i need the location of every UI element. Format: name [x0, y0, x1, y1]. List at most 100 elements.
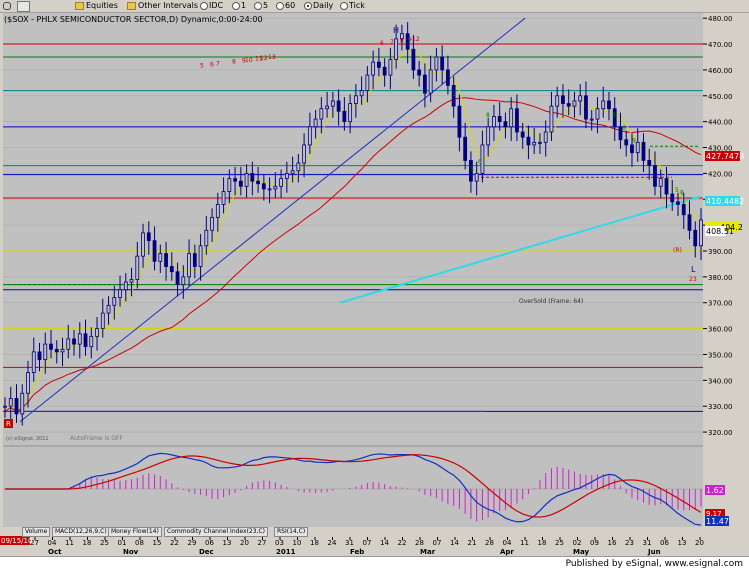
- toolbar-options-button[interactable]: [17, 1, 30, 12]
- interval-idc[interactable]: IDC: [200, 1, 223, 11]
- count-label: 6: [478, 158, 482, 165]
- interval-60-label: 60: [285, 1, 296, 10]
- price-bar-body: [95, 328, 99, 337]
- x-tick-label: 27: [258, 539, 267, 547]
- tab-macd[interactable]: MACD(12,26,9,C): [52, 527, 110, 537]
- price-bar-body: [417, 69, 422, 76]
- radio-icon: [232, 1, 240, 10]
- price-bar-body: [647, 160, 652, 167]
- price-bar-body: [273, 185, 278, 190]
- equities-label: Equities: [86, 1, 118, 10]
- equities-menu[interactable]: Equities: [75, 1, 118, 11]
- x-tick-label: 29: [188, 539, 197, 547]
- tab-money-flow[interactable]: Money Flow(14): [108, 527, 162, 537]
- price-bar-body: [256, 180, 260, 185]
- interval-daily[interactable]: Daily: [304, 1, 333, 11]
- toolbar-link-icon[interactable]: [3, 1, 11, 11]
- y-tick-label: 380.00: [708, 274, 733, 282]
- price-bar-body: [77, 333, 82, 345]
- price-bar-body: [250, 172, 255, 182]
- x-tick-label: 20: [695, 539, 704, 547]
- price-bar-body: [440, 56, 445, 71]
- x-tick-label: 18: [310, 539, 319, 547]
- price-bar-body: [670, 193, 675, 203]
- x-month-label: Oct: [48, 548, 62, 556]
- price-bar-body: [658, 178, 663, 187]
- tab-cci-label: Commodity Channel Index(23,C): [167, 528, 265, 535]
- price-bar-body: [584, 95, 588, 120]
- price-bar-body: [595, 108, 600, 120]
- x-tick-label: 18: [538, 539, 547, 547]
- price-bar-body: [175, 271, 180, 286]
- interval-1[interactable]: 1: [232, 1, 246, 11]
- other-intervals-menu[interactable]: Other Intervals: [127, 1, 198, 11]
- price-bar-body: [353, 95, 358, 104]
- x-tick-label: 21: [468, 539, 477, 547]
- price-bar-body: [515, 108, 519, 133]
- tab-cci[interactable]: Commodity Channel Index(23,C): [164, 527, 268, 537]
- pattern-l-label: L: [691, 265, 696, 274]
- x-tick-label: 04: [503, 539, 512, 547]
- x-tick-label: 22: [398, 539, 407, 547]
- price-bar-body: [509, 108, 514, 128]
- y-tick-label: 470.00: [708, 41, 733, 49]
- x-month-label: Mar: [420, 548, 436, 556]
- price-bar-body: [376, 61, 381, 68]
- count-label: 1: [452, 91, 456, 98]
- count-label: 6: [210, 61, 214, 68]
- price-chart[interactable]: 5 6 7 8 9 10 1112 136 7 8 9 121568 3695 8 320.00330.0…: [0, 12, 749, 556]
- y-tick-label: 350.00: [708, 351, 733, 359]
- x-tick-label: 09: [590, 539, 599, 547]
- interval-idc-label: IDC: [209, 1, 224, 10]
- macd-tag-blue: 11.47: [705, 516, 729, 526]
- price-bar-body: [290, 170, 295, 174]
- count-label: 3: [612, 112, 616, 119]
- y-tick-label: 360.00: [708, 326, 733, 334]
- folder-icon: [127, 1, 136, 10]
- price-bar-body: [279, 178, 283, 187]
- count-label: 8: [680, 189, 684, 196]
- x-tick-label: 13: [223, 539, 232, 547]
- price-bar-body: [359, 90, 364, 97]
- price-bar-body: [37, 351, 42, 361]
- x-tick-label: 31: [345, 539, 354, 547]
- x-tick-label: 23: [625, 539, 634, 547]
- price-bar-body: [681, 204, 686, 216]
- price-bar-body: [601, 100, 606, 110]
- x-tick-label: 31: [643, 539, 652, 547]
- interval-1-label: 1: [241, 1, 247, 10]
- tab-rsi[interactable]: RSI(14,C): [274, 527, 309, 537]
- price-bar-body: [106, 304, 111, 314]
- interval-5-label: 5: [263, 1, 269, 10]
- price-bar-body: [66, 338, 71, 350]
- interval-60[interactable]: 60: [276, 1, 295, 11]
- price-bar-body: [446, 69, 450, 86]
- x-tick-label: 14: [450, 539, 459, 547]
- price-bar-body: [284, 172, 289, 179]
- price-bar-body: [8, 398, 13, 407]
- x-tick-label: 18: [83, 539, 92, 547]
- price-bar-body: [307, 126, 312, 146]
- x-month-label: Apr: [500, 548, 514, 556]
- price-bar-body: [653, 165, 657, 187]
- y-tick-label: 460.00: [708, 67, 733, 75]
- interval-tick[interactable]: Tick: [340, 1, 365, 11]
- y-tick-label: 420.00: [708, 170, 733, 178]
- price-bar-body: [578, 95, 583, 102]
- x-month-label: 2011: [276, 548, 296, 556]
- macd-tag-blue-text: 11.47: [706, 517, 729, 526]
- interval-5[interactable]: 5: [254, 1, 268, 11]
- price-bar-body: [204, 229, 209, 247]
- x-tick-label: 25: [100, 539, 109, 547]
- price-bar-body: [492, 116, 496, 128]
- price-bar-body: [330, 100, 335, 107]
- price-bar-body: [463, 136, 468, 161]
- price-bar-body: [382, 66, 387, 76]
- price-bar-body: [607, 100, 611, 110]
- footer: Published by eSignal, www.esignal.com: [0, 556, 749, 571]
- price-tag-cyan-text: 410.4482: [706, 197, 744, 206]
- count-label: 5: [675, 187, 679, 194]
- x-tick-label: 15: [153, 539, 162, 547]
- radio-icon: [200, 1, 208, 10]
- tab-volume[interactable]: Volume: [22, 527, 51, 537]
